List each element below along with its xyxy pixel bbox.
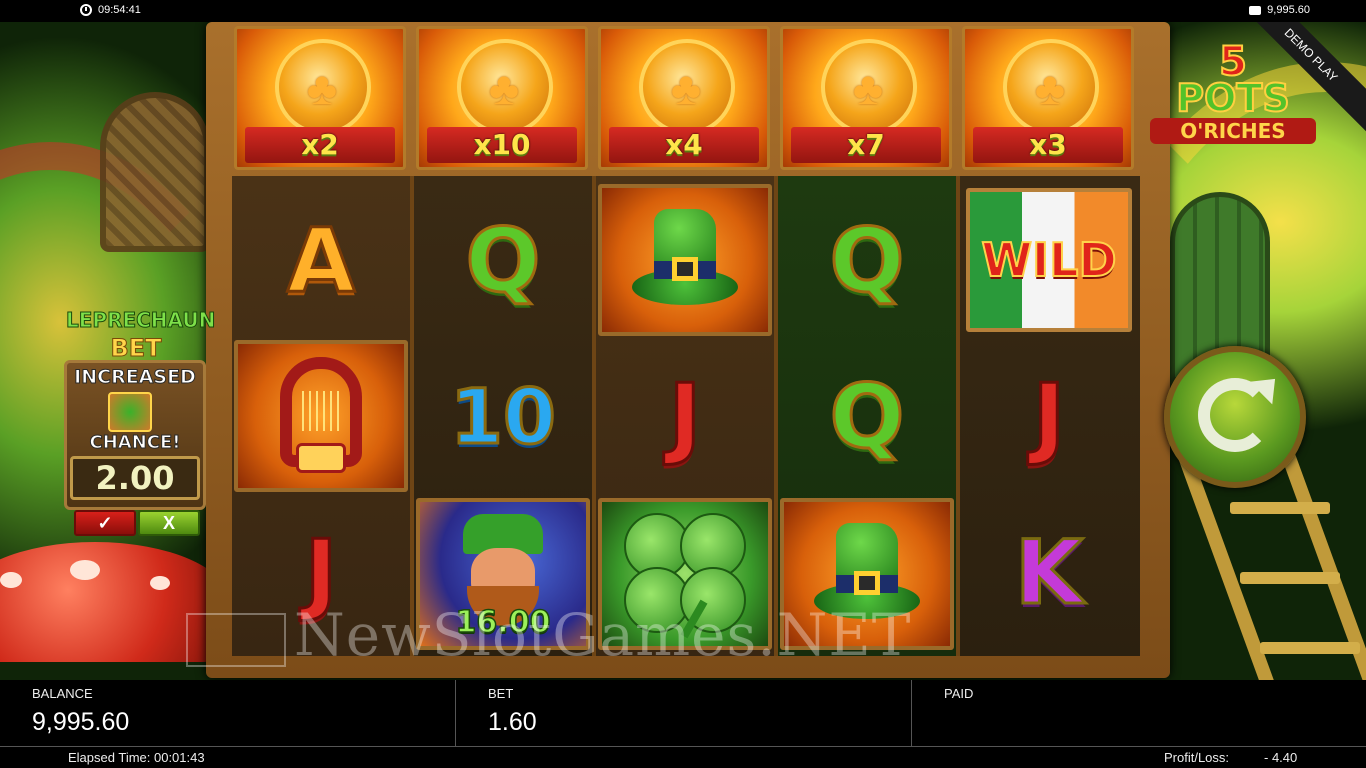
clover-icon: ♣	[306, 62, 338, 114]
clock-icon	[80, 4, 92, 16]
pot-1: ♣ x2	[234, 26, 406, 170]
balance-label: BALANCE	[32, 686, 93, 701]
symbol-hat	[598, 184, 772, 336]
symbol-q: Q	[828, 363, 906, 469]
wallet-icon	[1249, 5, 1262, 15]
wallet: 9,995.60	[1249, 4, 1310, 16]
game-screen: 09:54:41 9,995.60 ♣ x2 ♣ x10 ♣ x4 ♣ x7 ♣…	[0, 0, 1366, 768]
leprechaun-bet-panel: LEPRECHAUN BET INCREASED CHANCE! 2.00 ✓ …	[60, 306, 216, 542]
balance-value: 9,995.60	[32, 708, 130, 736]
logo-line1: POTS	[1175, 76, 1290, 120]
watermark-text: NewSlotGames.NET	[294, 601, 912, 669]
pot-multiplier: x3	[973, 127, 1123, 163]
leprechaun-bet-cancel-button[interactable]: X	[138, 510, 200, 536]
leprechaun-bet-title: LEPRECHAUN	[66, 308, 216, 333]
leprechaun-bet-confirm-button[interactable]: ✓	[74, 510, 136, 536]
footer: Elapsed Time: 00:01:43 Profit/Loss: - 4.…	[0, 746, 1366, 768]
pot-3: ♣ x4	[598, 26, 770, 170]
symbol-a: A	[285, 207, 356, 313]
clover-icon: ♣	[1034, 62, 1066, 114]
leprechaun-icon	[108, 392, 152, 432]
watermark-logo	[186, 612, 286, 667]
chance-label: CHANCE!	[89, 432, 181, 454]
symbol-j: J	[667, 363, 703, 469]
spin-button[interactable]	[1164, 346, 1306, 488]
elapsed-time: Elapsed Time: 00:01:43	[68, 750, 205, 765]
balance-cell: BALANCE 9,995.60	[0, 680, 456, 746]
paid-cell: PAID	[912, 680, 1366, 746]
watermark: NewSlotGames.NET	[186, 601, 1186, 669]
clover-icon: ♣	[670, 62, 702, 114]
pot-multiplier: x7	[791, 127, 941, 163]
pot-multiplier: x10	[427, 127, 577, 163]
pot-multiplier: x2	[245, 127, 395, 163]
symbol-10: 10	[449, 370, 558, 462]
wallet-balance: 9,995.60	[1267, 4, 1310, 16]
pot-5: ♣ x3	[962, 26, 1134, 170]
symbol-q: Q	[464, 207, 542, 313]
harp-icon	[266, 351, 376, 481]
status-bar: 09:54:41 9,995.60	[0, 0, 1366, 22]
symbol-harp	[234, 340, 408, 492]
pot-4: ♣ x7	[780, 26, 952, 170]
symbol-q: Q	[828, 207, 906, 313]
increased-label: INCREASED	[74, 366, 197, 389]
pot-multiplier: x4	[609, 127, 759, 163]
info-bar: BALANCE 9,995.60 BET 1.60 PAID	[0, 680, 1366, 746]
clock: 09:54:41	[80, 4, 141, 16]
pot-2: ♣ x10	[416, 26, 588, 170]
bet-value: 1.60	[488, 708, 537, 736]
wild-flag: WILD	[966, 188, 1132, 332]
bet-cell: BET 1.60	[456, 680, 912, 746]
clock-time: 09:54:41	[98, 4, 141, 16]
symbol-wild: WILD	[962, 184, 1136, 336]
profit-loss-value: - 4.40	[1264, 750, 1298, 765]
symbol-j: J	[1031, 363, 1067, 469]
wild-label: WILD	[980, 232, 1117, 288]
tree-house	[100, 92, 210, 252]
logo-line2: O'RICHES	[1150, 118, 1316, 144]
profit-loss-label: Profit/Loss:	[1164, 750, 1230, 765]
leprechaun-bet-value: 2.00	[70, 456, 200, 500]
clover-icon: ♣	[852, 62, 884, 114]
leprechaun-bet-subtitle: BET	[110, 334, 162, 363]
paid-label: PAID	[944, 686, 974, 701]
leprechaun-hat-icon	[630, 205, 740, 315]
clover-icon: ♣	[488, 62, 520, 114]
bet-label: BET	[488, 686, 514, 701]
